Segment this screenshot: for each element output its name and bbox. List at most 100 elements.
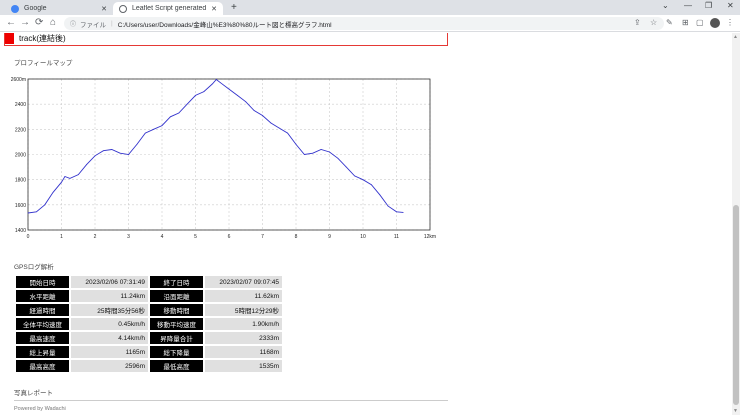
elevation-point [236,94,238,96]
gps-key: 移動時間 [150,304,203,316]
elevation-point [402,211,404,213]
elevation-point [35,211,37,213]
forward-button[interactable]: → [20,17,30,28]
elevation-point [287,132,289,134]
gps-row: 水平距離 11.24km 沿面距離 11.62km [16,290,282,302]
y-tick-label: 2400 [15,102,26,108]
address-bar[interactable]: ⓘ ファイル | C:/Users/user/Downloads/金峰山%E3%… [64,17,664,30]
gps-row: 全体平均速度 0.45km/h 移動平均速度 1.90km/h [16,318,282,330]
elevation-point [169,116,171,118]
x-tick-label: 12km [424,234,436,240]
x-tick-label: 3 [127,234,130,240]
scroll-down-icon[interactable]: ▼ [733,408,738,414]
elevation-point [44,204,46,206]
tab-search-icon[interactable]: ⌄ [662,1,669,10]
elevation-point [86,164,88,165]
bookmark-star-icon[interactable]: ☆ [650,18,657,27]
elevation-point [379,194,381,196]
elevation-point [195,94,196,96]
gps-value: 2333m [205,332,282,344]
x-tick-label: 1 [60,234,63,240]
elevation-point [186,103,188,105]
page-viewport: track(連結後) プロフィールマップ 0 1 2 3 4 5 6 7 8 9 10 11 12km 1… [0,33,732,415]
reload-button[interactable]: ⟳ [35,17,43,28]
gps-key: 移動平均速度 [150,318,203,330]
tab-google[interactable]: Google ✕ [5,2,113,15]
x-tick-label: 7 [261,234,264,240]
scrollbar-thumb[interactable] [733,205,739,405]
elevation-point [387,205,389,207]
new-tab-button[interactable]: + [231,2,237,13]
gps-value: 2023/02/07 09:07:45 [205,276,282,288]
gps-key: 総上昇量 [16,346,69,358]
elevation-profile-chart: 0 1 2 3 4 5 6 7 8 9 10 11 12km 1400 1600 1800 2000 2200 24… [11,77,436,240]
track-legend[interactable]: track(連結後) [4,33,448,46]
gps-title: GPSログ解析 [14,264,54,271]
elevation-point [245,101,247,103]
elevation-point [262,115,263,116]
home-button[interactable]: ⌂ [50,17,56,28]
elevation-point [278,127,280,129]
back-button[interactable]: ← [6,17,16,28]
gps-key: 最高高度 [16,360,69,372]
side-panel-icon[interactable]: ▢ [696,18,704,27]
extensions-icon[interactable]: ⊞ [682,18,689,27]
share-icon[interactable]: ⇪ [634,18,641,27]
vertical-scrollbar[interactable]: ▲ ▼ [732,33,740,415]
gps-value: 11.24km [71,290,148,302]
elevation-point [27,212,29,214]
profile-title: プロフィールマップ [14,60,73,67]
x-tick-label: 9 [328,234,331,240]
footer-credit: Powered by Wadachi [14,406,66,412]
gps-key: 全体平均速度 [16,318,69,330]
gps-key: 水平距離 [16,290,69,302]
elevation-point [220,82,222,84]
gps-value: 25時間35分56秒 [71,304,148,316]
elevation-point [161,125,163,126]
x-tick-label: 2 [94,234,97,240]
close-tab-icon[interactable]: ✕ [101,5,107,13]
gps-key: 開始日時 [16,276,69,288]
gps-value: 1168m [205,346,282,358]
profile-avatar[interactable] [710,18,720,28]
minimize-button[interactable]: — [684,1,692,10]
elevation-point [102,150,104,152]
gps-value: 2023/02/06 07:31:49 [71,276,148,288]
gps-value: 1165m [71,346,148,358]
maximize-button[interactable]: ❐ [705,1,712,10]
track-color-swatch [5,33,14,44]
info-icon[interactable]: ⓘ [70,19,76,28]
browser-toolbar: ← → ⟳ ⌂ ⓘ ファイル | C:/Users/user/Downloads… [0,15,740,32]
elevation-point [203,91,205,92]
close-window-button[interactable]: ✕ [727,1,734,10]
y-tick-label: 1400 [15,228,26,234]
gps-value: 0.45km/h [71,318,148,330]
scroll-up-icon[interactable]: ▲ [733,34,738,40]
menu-icon[interactable]: ⋮ [726,18,734,27]
gps-analysis-table: 開始日時 2023/02/06 07:31:49 終了日時 2023/02/07 09… [14,274,284,374]
gps-value: 5時間12分29秒 [205,304,282,316]
track-name: track(連結後) [19,34,66,43]
gps-key: 経過時間 [16,304,69,316]
site-label: ファイル [80,21,107,29]
elevation-point [211,83,213,85]
gps-key: 最低高度 [150,360,203,372]
tab-leaflet[interactable]: Leaflet Script generated by Wadachi ✕ [113,2,223,15]
edit-icon[interactable]: ✎ [666,18,673,27]
close-tab-icon[interactable]: ✕ [211,5,217,13]
url-text[interactable]: C:/Users/user/Downloads/金峰山%E3%80%80ルート図… [118,19,332,29]
tab-label: Leaflet Script generated by Wadachi [132,5,208,12]
y-tick-label: 2200 [15,127,26,133]
elevation-point [396,211,397,213]
elevation-series-line [27,78,404,214]
elevation-point [61,181,62,183]
elevation-point [228,88,230,90]
y-tick-label: 2600m [11,77,26,83]
photo-report-title: 写真レポート [14,390,53,397]
elevation-point [295,144,297,145]
elevation-point [94,155,96,157]
elevation-point [69,178,71,179]
elevation-point [362,179,364,181]
elevation-point [128,154,129,155]
elevation-point [270,122,272,124]
